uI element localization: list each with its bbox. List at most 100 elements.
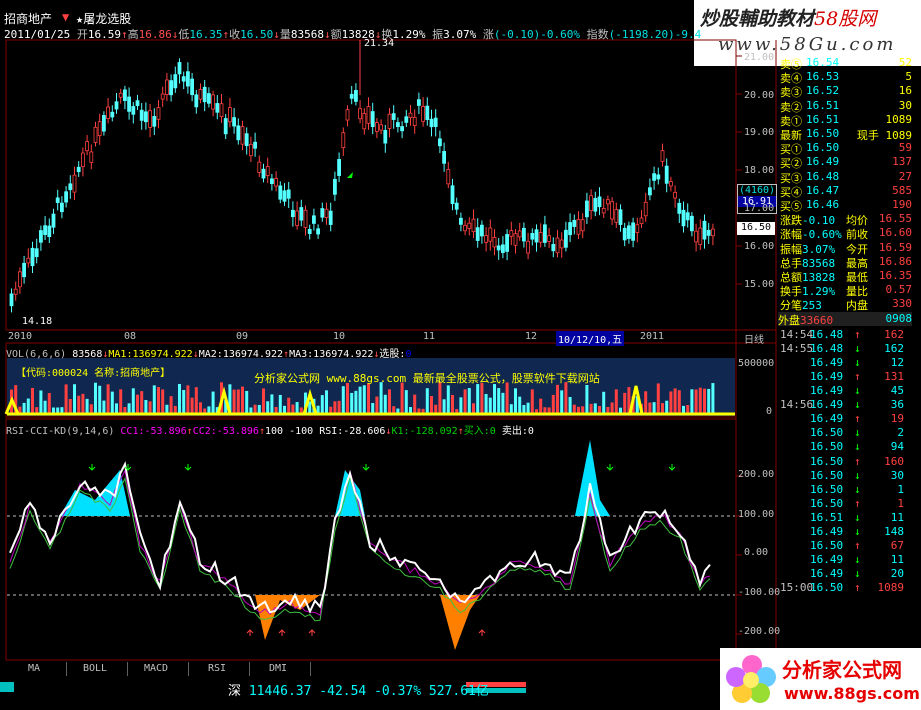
tick-row: 16.50 ↑ 1 [810, 496, 904, 510]
candle-body [412, 116, 417, 127]
tick-row: 16.49 ↑ 19 [810, 412, 904, 426]
candle-body [114, 101, 119, 110]
candle-body [257, 161, 262, 173]
candle-body [580, 219, 585, 232]
candle-body [479, 224, 484, 237]
tab-boll[interactable]: BOLL [63, 662, 128, 676]
buy-arrow-icon [246, 629, 254, 636]
candle-body [72, 174, 77, 193]
candle-body [488, 227, 493, 242]
volume-bar [194, 387, 198, 414]
date-label: 11 [423, 331, 436, 342]
sell-arrow-icon [362, 464, 370, 471]
candle-body [299, 207, 304, 221]
cursor-date: 10/12/10,五 [556, 331, 625, 346]
tick-row: 16.50 ↓ 2 [810, 426, 904, 440]
volume-bar [94, 382, 97, 414]
candle-body [211, 94, 216, 110]
volume-bar [480, 382, 484, 414]
volume-bar [81, 393, 85, 414]
sell-arrow-icon [88, 464, 96, 471]
volume-bar [652, 402, 656, 414]
stat-row: 振幅3.07% 今开 16.59 [780, 240, 912, 256]
tick-row: 16.49 ↓ 12 [810, 355, 904, 369]
candle-body [85, 141, 89, 152]
volume-bar [430, 395, 433, 414]
candle-body [627, 225, 631, 239]
volume-bar [661, 403, 664, 414]
volume-bar [320, 395, 324, 414]
high-marker: 21.34 [364, 38, 395, 49]
volume-bar [425, 388, 429, 414]
ask-row: 卖① 16.51 1089 [780, 112, 912, 128]
candle-body [282, 190, 287, 202]
volume-bar [375, 396, 379, 414]
candle-body [202, 86, 207, 103]
candle-body [610, 201, 614, 220]
volume-bar [379, 382, 383, 414]
volume-bar [354, 390, 358, 414]
candle-body [379, 124, 384, 131]
volume-bar [656, 383, 660, 414]
bid-row: 买③ 16.48 27 [780, 169, 912, 185]
volume-bar [551, 394, 555, 414]
candle-body [240, 126, 245, 145]
indicator-tabs: MA BOLL MACD RSI DMI [0, 662, 330, 676]
candle-body [89, 151, 94, 163]
period-label[interactable]: 日线 [744, 331, 764, 346]
candle-body [601, 208, 606, 214]
tick-row: 16.51 ↓ 11 [810, 510, 904, 524]
candle-body [206, 93, 211, 104]
tab-rsi[interactable]: RSI [185, 662, 250, 676]
candle-body [60, 202, 64, 213]
volume-bar [694, 389, 698, 414]
candle-body [328, 210, 333, 225]
rsi-tick: -100.00 [738, 587, 781, 598]
candle-body [227, 107, 232, 123]
volume-bar [539, 398, 543, 414]
candle-body [652, 173, 656, 181]
candle-body [30, 247, 35, 267]
candle-body [131, 106, 136, 115]
candle-body [643, 201, 648, 217]
main-chart-frame [5, 39, 737, 331]
candle-body [236, 125, 241, 141]
volume-bar [556, 384, 559, 414]
volume-bar [711, 383, 715, 414]
tab-macd[interactable]: MACD [124, 662, 189, 676]
date-label: 09 [236, 331, 249, 342]
tab-dmi[interactable]: DMI [246, 662, 311, 676]
volume-bar [488, 397, 492, 414]
buy-arrow-icon [278, 629, 286, 636]
volume-bar [26, 398, 30, 414]
volume-bar [648, 402, 652, 414]
candle-body [408, 112, 413, 119]
candle-body [437, 138, 442, 147]
candle-body [324, 208, 329, 219]
tick-row: 16.49 ↓ 11 [810, 553, 904, 567]
tick-row: 16.50 ↑ 160 [810, 454, 904, 468]
volume-bar [383, 394, 387, 414]
volume-bar [22, 402, 26, 414]
tab-ma[interactable]: MA [2, 662, 67, 676]
stat-row: 涨跌-0.10 均价 16.55 [780, 212, 912, 228]
candle-body [564, 229, 568, 248]
candle-body [43, 225, 47, 235]
volume-bar [623, 392, 627, 414]
volume-bar [514, 388, 517, 414]
candle-body [164, 79, 169, 95]
candle-body [543, 224, 547, 243]
candle-body [223, 118, 228, 135]
volume-bar [505, 382, 509, 414]
volume-bar [568, 396, 572, 414]
candle-body [589, 195, 593, 212]
candle-body [400, 126, 405, 132]
volume-bar [438, 382, 442, 414]
volume-bar [602, 391, 606, 414]
candle-body [81, 152, 85, 168]
candle-body [265, 166, 270, 176]
stat-row: 涨幅-0.60% 前收 16.60 [780, 226, 912, 242]
candle-body [127, 96, 131, 112]
volume-bar [131, 388, 135, 414]
volume-bar [295, 402, 299, 414]
